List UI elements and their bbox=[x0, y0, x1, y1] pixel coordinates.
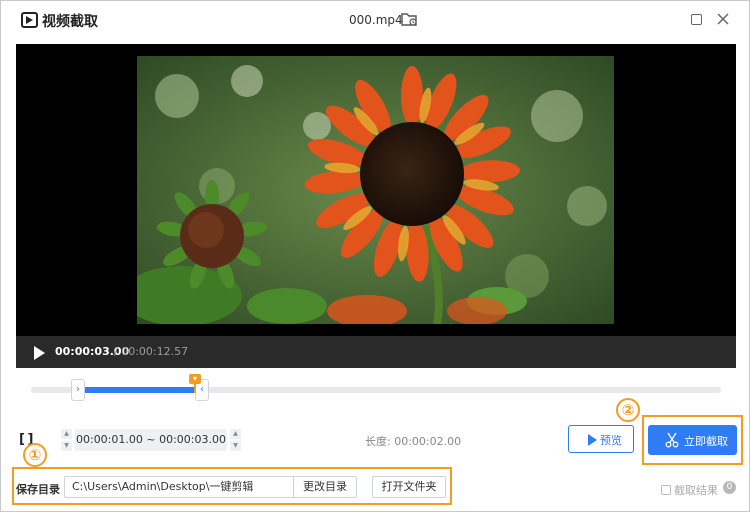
annotation-badge-1: ① bbox=[23, 443, 47, 467]
stepper-up-icon[interactable]: ▲ bbox=[230, 429, 241, 439]
start-time-stepper[interactable]: ▲ ▼ bbox=[61, 429, 72, 451]
stepper-down-icon[interactable]: ▼ bbox=[230, 441, 241, 451]
total-time: / 00:00:12.57 bbox=[114, 345, 189, 358]
results-icon bbox=[661, 485, 671, 495]
video-frame bbox=[137, 56, 614, 324]
preview-label: 预览 bbox=[600, 434, 622, 447]
save-dir-label: 保存目录 bbox=[16, 483, 60, 496]
change-dir-button[interactable]: 更改目录 bbox=[293, 476, 357, 498]
time-range-field[interactable]: 00:00:01.00 ~ 00:00:03.00 bbox=[75, 429, 227, 451]
clip-now-button[interactable]: 立即截取 bbox=[648, 425, 737, 455]
title-bar: 视频截取 000.mp4 bbox=[1, 1, 749, 41]
timeline-selection bbox=[78, 387, 202, 393]
video-player bbox=[16, 44, 736, 336]
clip-length: 长度: 00:00:02.00 bbox=[365, 435, 462, 448]
player-controls: 00:00:03.00 / 00:00:12.57 bbox=[16, 336, 736, 368]
play-icon bbox=[588, 434, 597, 446]
annotation-badge-2: ② bbox=[616, 398, 640, 422]
clip-results-link[interactable]: 截取结果 bbox=[661, 482, 718, 498]
end-time-stepper[interactable]: ▲ ▼ bbox=[230, 429, 241, 451]
stepper-up-icon[interactable]: ▲ bbox=[61, 429, 72, 439]
clip-now-label: 立即截取 bbox=[684, 435, 728, 448]
scissors-icon bbox=[665, 432, 679, 448]
range-start-handle[interactable]: › bbox=[71, 379, 85, 401]
play-icon[interactable] bbox=[34, 346, 45, 360]
close-icon[interactable] bbox=[715, 11, 731, 27]
results-count-badge: 0 bbox=[723, 481, 736, 494]
clip-results-label: 截取结果 bbox=[674, 484, 718, 497]
app-window: 视频截取 000.mp4 00:00:03.00 / 00:00:12.57 ›… bbox=[0, 0, 750, 512]
playhead-line bbox=[194, 384, 196, 393]
save-path-field[interactable]: C:\Users\Admin\Desktop\一键剪辑 bbox=[64, 476, 294, 498]
video-clip-icon bbox=[21, 12, 38, 28]
timeline-track[interactable]: › ‹ ▾ bbox=[31, 374, 721, 401]
stepper-down-icon[interactable]: ▼ bbox=[61, 441, 72, 451]
open-folder-button[interactable]: 打开文件夹 bbox=[372, 476, 446, 498]
maximize-icon[interactable] bbox=[691, 14, 702, 25]
folder-open-icon[interactable] bbox=[401, 11, 419, 27]
app-title: 视频截取 bbox=[42, 14, 98, 30]
playhead-marker[interactable]: ▾ bbox=[189, 374, 201, 384]
file-name: 000.mp4 bbox=[349, 13, 403, 27]
preview-button[interactable]: 预览 bbox=[568, 425, 634, 453]
